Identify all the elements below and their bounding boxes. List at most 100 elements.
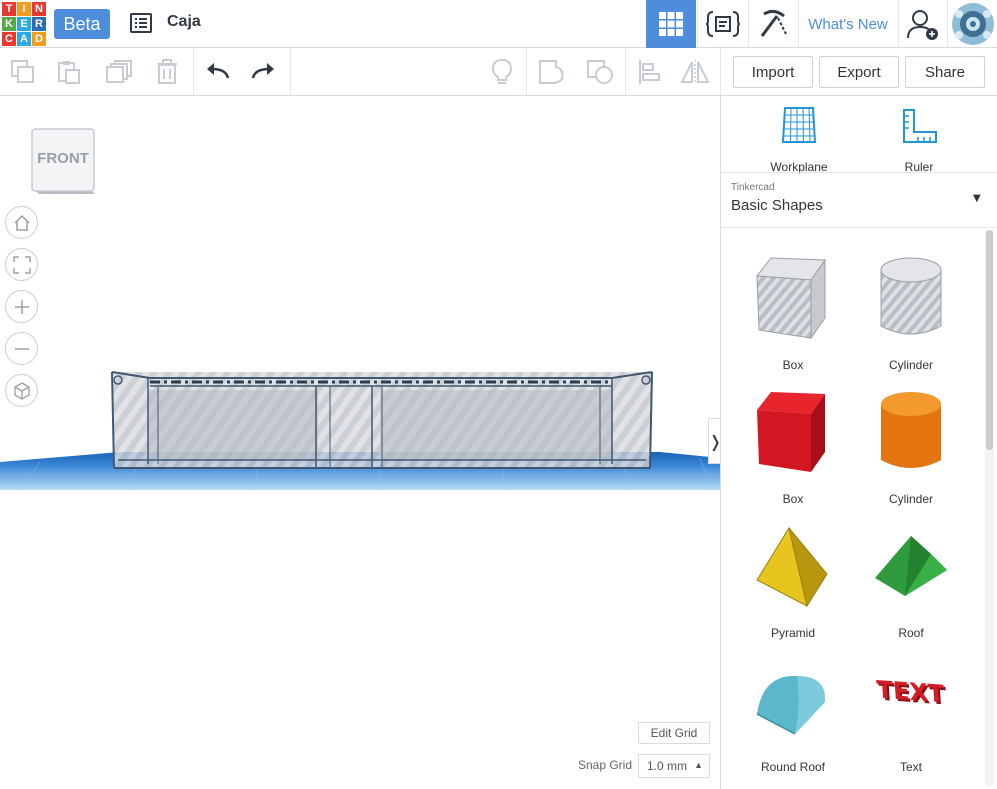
snap-grid-select[interactable]: 1.0 mm ▲ <box>638 754 710 778</box>
roof-icon <box>875 536 947 596</box>
design-title[interactable]: Caja <box>167 13 201 31</box>
mirror-button[interactable] <box>672 48 718 96</box>
logo-letter: C <box>2 32 16 46</box>
pyramid-icon <box>756 526 828 608</box>
lightbulb-icon <box>491 58 513 84</box>
shape-text[interactable]: TEXT TEXT Text <box>852 648 970 778</box>
cube-perspective-icon <box>13 381 30 400</box>
delete-button[interactable] <box>144 48 190 96</box>
workplane-tool[interactable]: Workplane <box>751 106 847 176</box>
logo-letter: I <box>17 2 31 16</box>
perspective-toggle-button[interactable] <box>5 374 38 407</box>
workplane-canvas[interactable]: FRONT ❭ Edit Grid Snap Grid 1.0 mm ▲ <box>0 96 720 789</box>
trash-icon <box>157 59 177 84</box>
shape-cylinder-hole[interactable]: Cylinder <box>852 246 970 376</box>
notes-button[interactable] <box>479 48 525 96</box>
shape-box[interactable]: Box <box>734 380 852 510</box>
edit-grid-button[interactable]: Edit Grid <box>638 722 710 744</box>
align-button[interactable] <box>626 48 672 96</box>
undo-icon <box>207 63 230 79</box>
ungroup-icon <box>587 60 613 84</box>
group-icon <box>539 60 564 85</box>
import-button[interactable]: Import <box>733 56 813 88</box>
caja-box-model[interactable] <box>111 371 653 469</box>
shape-label: Text <box>899 760 922 774</box>
round-roof-icon <box>756 675 826 735</box>
svg-text:TEXT: TEXT <box>876 676 946 709</box>
paste-button[interactable] <box>46 48 92 96</box>
home-view-button[interactable] <box>5 206 38 239</box>
zoom-in-button[interactable] <box>5 290 38 323</box>
shape-roof[interactable]: Roof <box>852 514 970 644</box>
shape-label: Pyramid <box>770 626 815 640</box>
grid-view-icon <box>659 12 683 36</box>
collapse-panel-button[interactable]: ❭ <box>708 418 720 464</box>
shape-pyramid[interactable]: Pyramid <box>734 514 852 644</box>
copy-icon <box>11 60 34 83</box>
3d-view-button[interactable] <box>646 0 696 48</box>
ruler-icon <box>903 109 937 143</box>
logo-letter: R <box>32 17 46 31</box>
pickaxe-icon <box>760 9 787 37</box>
logo-letter: A <box>17 32 31 46</box>
share-button[interactable]: Share <box>905 56 985 88</box>
shape-label: Cylinder <box>888 358 933 372</box>
fit-view-button[interactable] <box>5 248 38 281</box>
view-cube[interactable]: FRONT <box>31 128 95 196</box>
shape-label: Box <box>782 358 804 372</box>
duplicate-button[interactable] <box>97 48 143 96</box>
beta-badge[interactable]: Beta <box>54 9 110 39</box>
box-icon <box>757 392 825 472</box>
logo-letter: E <box>17 17 31 31</box>
logo-letter: K <box>2 17 16 31</box>
mirror-icon <box>680 60 710 84</box>
blocks-view-button[interactable] <box>697 0 747 48</box>
shape-label: Box <box>782 492 804 506</box>
cylinder-hole-icon <box>880 257 942 335</box>
edit-toolbar: Import Export Share <box>0 48 997 96</box>
snap-grid-label: Snap Grid <box>577 758 632 772</box>
export-button[interactable]: Export <box>819 56 899 88</box>
user-avatar[interactable] <box>947 0 997 48</box>
logo-letter: D <box>32 32 46 46</box>
library-name: Basic Shapes <box>731 197 823 214</box>
snap-grid-value: 1.0 mm <box>647 759 688 773</box>
tinkercad-logo[interactable]: TIN KER CAD <box>2 2 46 46</box>
invite-user-button[interactable] <box>898 0 946 48</box>
shapes-sidebar: Workplane Ruler Tinkercad Basic Shapes ▼… <box>720 96 997 789</box>
paste-icon <box>58 61 80 84</box>
bricks-view-button[interactable] <box>748 0 798 48</box>
undo-button[interactable] <box>194 48 240 96</box>
top-bar: TIN KER CAD Beta Caja What's New <box>0 0 997 48</box>
scene-3d[interactable] <box>0 96 720 789</box>
cylinder-icon <box>881 392 941 468</box>
shape-label: Roof <box>898 626 924 640</box>
design-list-icon[interactable] <box>130 12 152 34</box>
redo-button[interactable] <box>241 48 287 96</box>
scrollbar-thumb[interactable] <box>986 230 993 450</box>
workplane-icon <box>781 107 817 143</box>
plus-icon <box>14 299 29 314</box>
whats-new-link[interactable]: What's New <box>798 0 897 48</box>
avatar-icon <box>951 3 994 45</box>
logo-letter: N <box>32 2 46 16</box>
align-icon <box>639 60 660 84</box>
zoom-out-button[interactable] <box>5 332 38 365</box>
sidebar-scrollbar[interactable] <box>985 230 994 786</box>
library-source-label: Tinkercad <box>731 182 775 193</box>
minus-icon <box>14 347 29 350</box>
view-cube-face-label: FRONT <box>37 150 89 167</box>
group-button[interactable] <box>529 48 575 96</box>
ruler-tool[interactable]: Ruler <box>876 106 962 176</box>
shape-cylinder[interactable]: Cylinder <box>852 380 970 510</box>
add-user-icon <box>906 10 938 40</box>
shape-box-hole[interactable]: Box <box>734 246 852 376</box>
shape-label: Cylinder <box>888 492 933 506</box>
ungroup-button[interactable] <box>577 48 623 96</box>
shape-library-selector[interactable]: Tinkercad Basic Shapes ▼ <box>721 172 997 228</box>
shape-round-roof[interactable]: Round Roof <box>734 648 852 778</box>
fit-to-view-icon <box>12 255 31 274</box>
copy-button[interactable] <box>0 48 46 96</box>
code-blocks-icon <box>705 11 740 37</box>
duplicate-icon <box>106 60 132 83</box>
